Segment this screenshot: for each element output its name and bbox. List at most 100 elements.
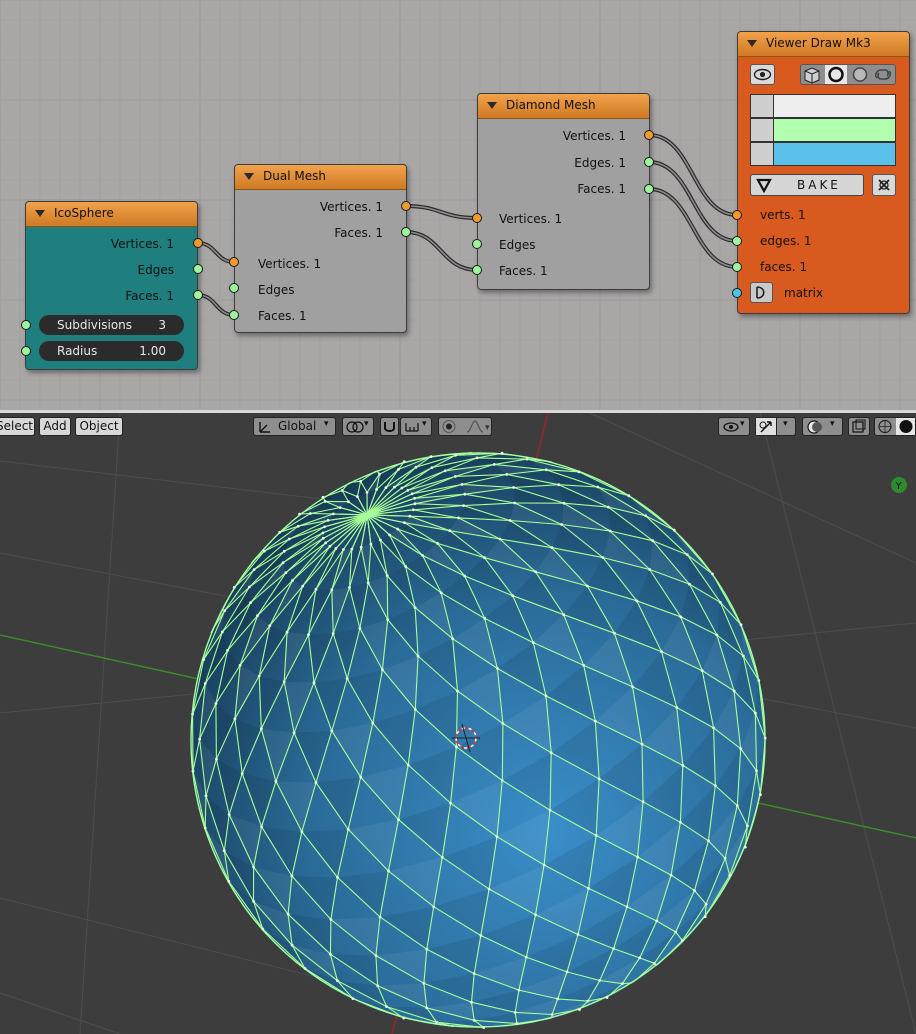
transform-orientation-dropdown[interactable]: Global ▾ (253, 417, 336, 436)
face-display-icon[interactable] (751, 143, 774, 165)
vertex-color-row[interactable] (750, 94, 896, 118)
output-socket[interactable] (401, 201, 411, 211)
bake-triangle-icon (756, 178, 772, 194)
cube-icon (804, 67, 820, 84)
output-socket[interactable] (644, 184, 654, 194)
edge-display-icon[interactable] (751, 119, 774, 141)
solid-shading-icon (899, 420, 913, 433)
input-socket[interactable] (229, 257, 239, 267)
output-socket[interactable] (193, 264, 203, 274)
input-socket[interactable] (21, 320, 31, 330)
xray-toggle[interactable] (848, 417, 870, 436)
gizmo-y-label: Y (895, 481, 903, 492)
close-cross-button[interactable] (872, 174, 896, 196)
face-color-swatch[interactable] (774, 143, 895, 165)
bake-label: BAKE (797, 178, 841, 192)
subdivisions-field[interactable]: Subdivisions 3 (39, 315, 184, 335)
gizmo-dropdown[interactable]: ▾ (755, 417, 796, 436)
pivot-icon (346, 421, 364, 433)
input-socket[interactable] (732, 262, 742, 272)
radius-field[interactable]: Radius 1.00 (39, 341, 184, 361)
link-icon (874, 69, 892, 80)
menu-object[interactable]: Object (75, 417, 123, 436)
output-socket[interactable] (644, 157, 654, 167)
xray-icon (852, 419, 866, 433)
diamond-mesh-node-header[interactable]: Diamond Mesh (478, 94, 649, 119)
orientation-value: Global (278, 419, 317, 433)
edge-color-row[interactable] (750, 118, 896, 142)
orientation-axes-icon (259, 422, 270, 433)
collapse-triangle-icon[interactable] (35, 210, 45, 217)
sphere-icon (852, 67, 868, 82)
icosphere-node-title: IcoSphere (54, 206, 114, 220)
vertex-display-icon[interactable] (751, 95, 774, 117)
shading-mode-buttons[interactable] (874, 417, 916, 436)
proportional-editing-group[interactable]: ▾ (438, 417, 492, 436)
overlays-dropdown[interactable]: ▾ (802, 417, 843, 436)
node-editor[interactable]: IcoSphere Vertices. 1 Edges Faces. 1 Sub… (0, 0, 916, 410)
output-socket[interactable] (401, 227, 411, 237)
menu-select[interactable]: Select (0, 417, 35, 436)
viewer-draw-node-header[interactable]: Viewer Draw Mk3 (738, 32, 909, 57)
output-socket[interactable] (193, 290, 203, 300)
output-label: Faces. 1 (334, 226, 383, 240)
axis-gizmo-y: Y (891, 477, 907, 493)
input-socket[interactable] (472, 265, 482, 275)
input-socket[interactable] (229, 283, 239, 293)
input-socket[interactable] (472, 213, 482, 223)
falloff-curve-icon (466, 420, 484, 433)
display-mode-toggles[interactable] (800, 64, 896, 85)
input-label: Faces. 1 (258, 309, 307, 323)
face-color-row[interactable] (750, 142, 896, 166)
output-socket[interactable] (644, 130, 654, 140)
magnet-icon (384, 422, 395, 432)
pivot-point-dropdown[interactable]: ▾ (342, 417, 374, 436)
overlay-icon (807, 420, 822, 434)
icosphere-node-header[interactable]: IcoSphere (26, 202, 197, 227)
snap-element-dropdown[interactable]: ▾ (400, 417, 432, 436)
input-socket[interactable] (472, 239, 482, 249)
eye-icon (723, 422, 739, 432)
input-label: edges. 1 (760, 234, 812, 248)
chevron-down-icon: ▾ (364, 419, 369, 429)
input-label: faces. 1 (760, 260, 808, 274)
viewer-draw-node[interactable]: Viewer Draw Mk3 BAKE verts. 1 edges. 1 f… (737, 31, 910, 314)
field-value: 3 (158, 318, 166, 332)
visibility-dropdown[interactable]: ▾ (718, 417, 750, 436)
collapse-triangle-icon[interactable] (244, 173, 254, 180)
edge-color-swatch[interactable] (774, 119, 895, 141)
plug-icon (756, 286, 765, 299)
collapse-triangle-icon[interactable] (487, 102, 497, 109)
output-label: Vertices. 1 (562, 129, 626, 143)
3d-viewport[interactable]: Y Select Add Object Global ▾ ▾ ▾ (0, 413, 916, 1034)
output-label: Vertices. 1 (110, 237, 174, 251)
diamond-mesh-node[interactable]: Diamond Mesh Vertices. 1 Edges. 1 Faces.… (477, 93, 650, 290)
chevron-down-icon: ▾ (830, 419, 835, 429)
output-label: Faces. 1 (125, 289, 174, 303)
input-socket[interactable] (732, 288, 742, 298)
icosphere-node[interactable]: IcoSphere Vertices. 1 Edges Faces. 1 Sub… (25, 201, 198, 370)
bake-button[interactable]: BAKE (750, 174, 864, 196)
dual-mesh-node-title: Dual Mesh (263, 169, 326, 183)
input-label: Edges (499, 238, 536, 252)
eye-toggle-button[interactable] (750, 64, 775, 85)
diamond-mesh-node-title: Diamond Mesh (506, 98, 596, 112)
input-socket[interactable] (21, 346, 31, 356)
eye-icon (753, 68, 772, 81)
input-socket[interactable] (229, 310, 239, 320)
input-label: Edges (258, 283, 295, 297)
chevron-down-icon: ▾ (422, 419, 427, 429)
menu-add[interactable]: Add (39, 417, 71, 436)
input-socket[interactable] (732, 236, 742, 246)
input-label: matrix (784, 286, 824, 300)
snap-toggle[interactable] (380, 417, 399, 436)
collapse-triangle-icon[interactable] (747, 40, 757, 47)
dual-mesh-node[interactable]: Dual Mesh Vertices. 1 Faces. 1 Vertices.… (234, 164, 407, 333)
field-value: 1.00 (139, 344, 166, 358)
dual-mesh-node-header[interactable]: Dual Mesh (235, 165, 406, 190)
matrix-plug-button[interactable] (750, 282, 773, 303)
close-cross-icon (878, 179, 890, 191)
vertex-color-swatch[interactable] (774, 95, 895, 117)
input-socket[interactable] (732, 210, 742, 220)
output-socket[interactable] (193, 238, 203, 248)
